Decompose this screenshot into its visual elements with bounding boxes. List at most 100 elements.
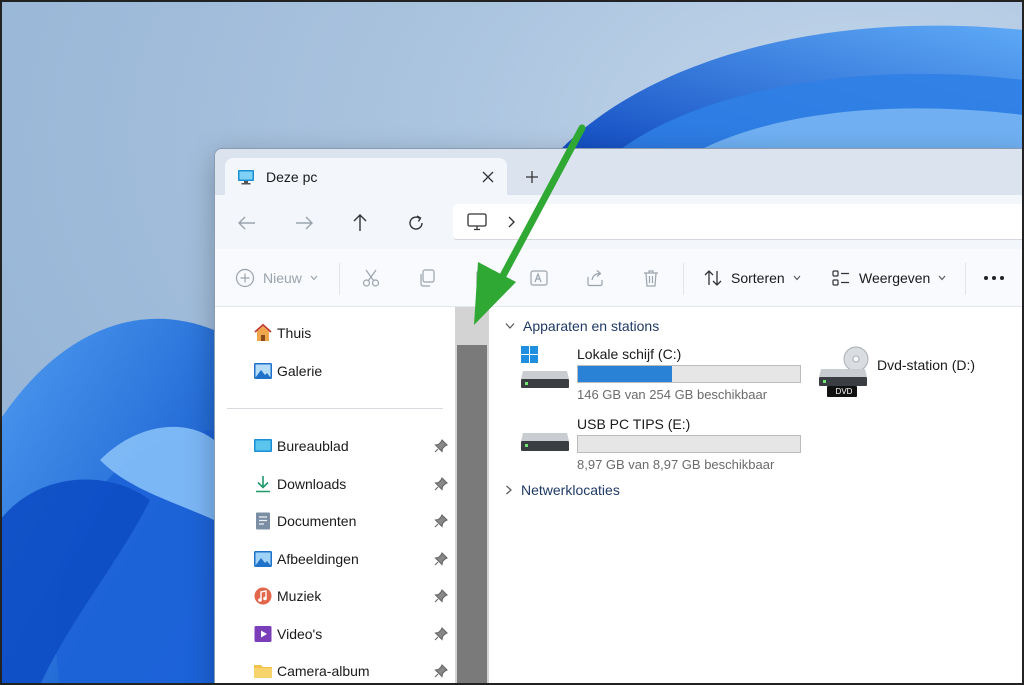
sidebar-item-camera-album[interactable]: Camera-album [253,659,453,683]
computer-outline-icon [467,213,487,231]
pin-icon [434,514,448,528]
sidebar-item-bureaublad[interactable]: Bureaublad [253,434,453,458]
back-button[interactable] [233,209,261,237]
sidebar-item-galerie[interactable]: Galerie [253,359,453,383]
new-tab-button[interactable] [520,165,544,189]
chevron-down-icon [938,275,946,281]
chevron-right-icon [506,485,512,495]
gallery-icon [253,361,273,381]
drive-usage-fill [578,366,673,382]
up-button[interactable] [346,209,374,237]
pin-icon [434,589,448,603]
share-icon [587,270,603,287]
title-bar: Deze pc [215,149,1024,196]
copy-button[interactable] [417,266,437,290]
sidebar-item-label: Video's [277,626,323,642]
share-button[interactable] [585,266,605,290]
sidebar-item-muziek[interactable]: Muziek [253,584,453,608]
group-apparaten-en-stations[interactable]: Apparaten en stations [505,315,659,337]
drive-free-space: 146 GB van 254 GB beschikbaar [577,387,768,402]
sidebar-item-label: Galerie [277,363,323,379]
pin-icon [434,627,448,641]
sidebar-item-thuis[interactable]: Thuis [253,321,453,345]
chevron-down-icon [505,323,515,329]
rename-button[interactable] [529,266,549,290]
cut-button[interactable] [361,266,381,290]
drive-name: Lokale schijf (C:) [577,346,682,362]
refresh-icon [409,215,423,230]
group-netwerklocaties[interactable]: Netwerklocaties [505,479,620,501]
view-label: Weergeven [859,270,931,286]
sidebar-item-videos[interactable]: Video's [253,622,453,646]
file-explorer-window: Deze pc Nieuw Sorteren Weergeven Thuis G… [214,148,1024,685]
view-button[interactable]: Weergeven [831,266,946,290]
pin-icon [434,439,448,453]
content-area: Thuis Galerie Bureaublad Downloads Docum… [215,307,1024,685]
rename-icon [530,270,548,286]
home-icon [253,323,273,343]
forward-button[interactable] [290,209,318,237]
computer-icon [238,170,254,185]
sidebar-item-label: Bureaublad [277,438,349,454]
clipboard-icon [476,268,490,287]
sidebar-item-label: Downloads [277,476,347,492]
more-options-button[interactable] [983,266,1005,290]
new-label: Nieuw [263,270,302,286]
sidebar-item-label: Camera-album [277,663,370,679]
plus-icon [526,171,538,183]
sidebar-item-afbeeldingen[interactable]: Afbeeldingen [253,547,453,571]
drive-e[interactable]: USB PC TIPS (E:) 8,97 GB van 8,97 GB bes… [519,413,809,473]
delete-button[interactable] [641,266,661,290]
navigation-pane: Thuis Galerie Bureaublad Downloads Docum… [215,307,455,685]
group-label: Apparaten en stations [523,318,660,334]
sidebar-item-label: Documenten [277,513,357,529]
sidebar-divider [227,408,443,409]
navigation-bar [215,195,1024,249]
pin-icon [434,552,448,566]
paste-button[interactable] [473,266,493,290]
scissors-icon [362,269,380,287]
sidebar-item-label: Thuis [277,325,312,341]
pin-icon [434,664,448,678]
document-icon [253,511,273,531]
drive-usage-bar [577,365,801,383]
chevron-down-icon [793,275,801,281]
download-icon [253,474,273,494]
dvd-badge: DVD [835,387,853,396]
view-list-icon [832,270,849,286]
sidebar-scrollbar-thumb[interactable] [457,345,487,685]
music-icon [253,586,273,606]
sidebar-item-label: Afbeeldingen [277,551,359,567]
tab-title: Deze pc [266,169,318,185]
video-icon [253,624,273,644]
plus-circle-icon [235,268,255,288]
close-tab-button[interactable] [477,166,499,188]
sort-label: Sorteren [731,270,785,286]
refresh-button[interactable] [402,209,430,237]
sort-button[interactable]: Sorteren [703,266,801,290]
sidebar-item-downloads[interactable]: Downloads [253,472,453,496]
usb-drive-icon [521,433,569,451]
toolbar-separator [339,263,340,295]
sidebar-item-documenten[interactable]: Documenten [253,509,453,533]
drive-c[interactable]: Lokale schijf (C:) 146 GB van 254 GB bes… [519,343,809,403]
new-button[interactable]: Nieuw [235,266,318,290]
pictures-icon [253,549,273,569]
toolbar-separator [683,263,684,295]
close-icon [482,171,494,183]
chevron-right-icon[interactable] [505,214,517,230]
copy-icon [420,269,435,287]
command-bar: Nieuw Sorteren Weergeven [215,249,1024,307]
drive-d[interactable]: DVD Dvd-station (D:) [817,345,1024,401]
desktop-icon [253,436,273,456]
chevron-down-icon [310,275,318,281]
drive-name: Dvd-station (D:) [877,357,976,373]
drive-free-space: 8,97 GB van 8,97 GB beschikbaar [577,457,775,472]
drive-name: USB PC TIPS (E:) [577,416,691,432]
main-pane: Apparaten en stations Lokale schijf (C:) [491,307,1024,685]
sidebar-item-label: Muziek [277,588,322,604]
tab-deze-pc[interactable]: Deze pc [225,158,507,196]
toolbar-separator [965,263,966,295]
more-dots-icon [984,276,1004,280]
address-bar[interactable] [453,204,1024,240]
